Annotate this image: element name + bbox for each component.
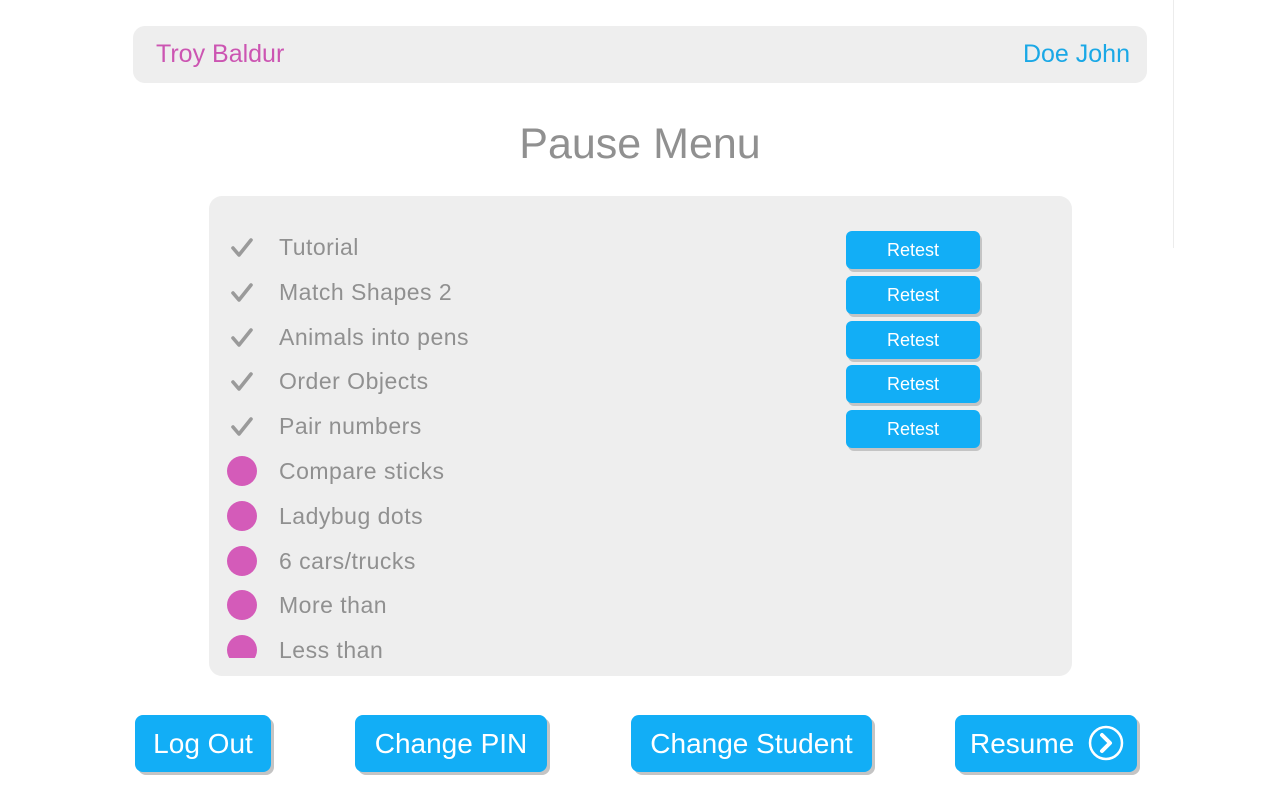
teacher-name: Troy Baldur	[156, 40, 285, 68]
pending-dot-icon	[227, 456, 257, 486]
pause-menu-screen: Troy Baldur Doe John Pause Menu Tutorial…	[0, 0, 1280, 800]
pending-dot-icon	[227, 545, 257, 576]
activity-row: More than	[209, 584, 1072, 629]
checkmark-icon	[227, 232, 257, 262]
student-name: Doe John	[1022, 40, 1130, 68]
activity-row: Order Objects Retest	[209, 360, 1072, 405]
activity-label: Ladybug dots	[279, 502, 424, 529]
resume-button[interactable]: Resume	[955, 715, 1137, 772]
activity-label: Less than	[279, 637, 384, 658]
pending-dot-icon	[227, 635, 257, 658]
page-title: Pause Menu	[519, 120, 761, 168]
activity-label: Order Objects	[279, 368, 429, 395]
activity-label: Compare sticks	[279, 458, 445, 484]
retest-button[interactable]: Retest	[846, 231, 980, 269]
activity-label: Animals into pens	[279, 323, 470, 350]
pending-dot-icon	[227, 590, 257, 621]
activity-label: Match Shapes 2	[279, 278, 453, 305]
activity-row: Ladybug dots	[209, 495, 1072, 540]
activity-list[interactable]: Tutorial Retest Match Shapes 2 Retest Animal…	[209, 226, 1072, 658]
pending-dot-icon	[227, 500, 257, 531]
retest-button[interactable]: Retest	[846, 410, 980, 449]
activity-row: Compare sticks	[209, 450, 1072, 495]
checkmark-icon	[227, 277, 257, 307]
activity-row: Pair numbers Retest	[209, 405, 1072, 450]
retest-button[interactable]: Retest	[846, 365, 980, 404]
activity-row: Match Shapes 2 Retest	[209, 271, 1072, 316]
resume-label: Resume	[970, 728, 1075, 759]
change-student-button[interactable]: Change Student	[631, 715, 872, 772]
log-out-button[interactable]: Log Out	[135, 715, 271, 772]
activity-row: 6 cars/trucks	[209, 540, 1072, 585]
checkmark-icon	[227, 366, 257, 396]
retest-button[interactable]: Retest	[846, 320, 980, 359]
chevron-right-circle-icon	[1088, 725, 1124, 761]
header-bar: Troy Baldur Doe John	[133, 26, 1147, 83]
activity-label: Tutorial	[279, 234, 359, 260]
checkmark-icon	[227, 411, 257, 441]
activity-row: Tutorial Retest	[209, 226, 1072, 271]
activity-label: More than	[279, 592, 388, 619]
activity-label: 6 cars/trucks	[279, 547, 416, 574]
activity-row: Animals into pens Retest	[209, 316, 1072, 361]
activity-panel: Tutorial Retest Match Shapes 2 Retest Animal…	[209, 196, 1072, 676]
change-pin-button[interactable]: Change PIN	[355, 715, 547, 772]
checkmark-icon	[227, 322, 257, 352]
activity-row: Less than	[209, 629, 1072, 658]
activity-label: Pair numbers	[279, 413, 422, 440]
retest-button[interactable]: Retest	[846, 275, 980, 314]
